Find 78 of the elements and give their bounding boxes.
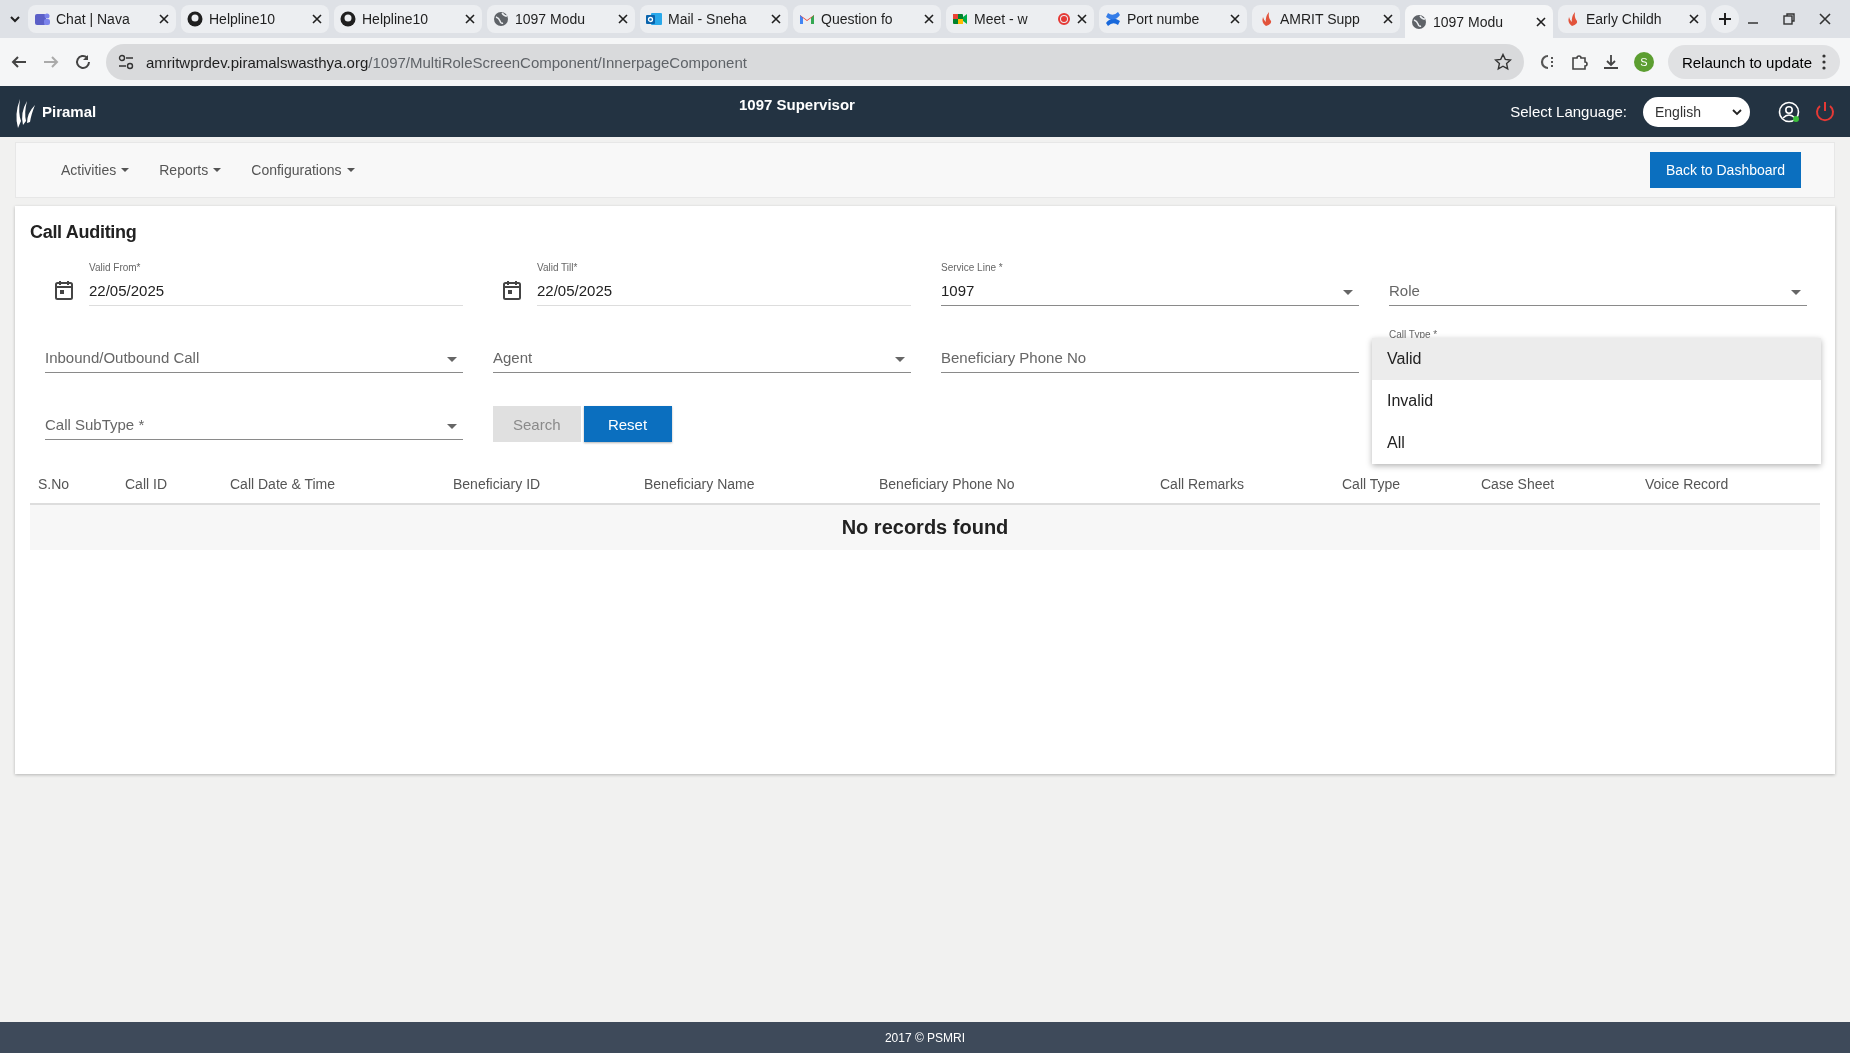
select-field[interactable]: Role — [1389, 262, 1807, 306]
column-header: Call Type — [1341, 475, 1402, 492]
url-text: amritwprdev.piramalswasthya.org/1097/MultiRoleScreenComponent/InnerpageComponent — [146, 53, 748, 71]
close-icon[interactable] — [770, 13, 782, 25]
close-icon[interactable] — [1229, 13, 1241, 25]
nav-menu[interactable]: Activities — [61, 162, 130, 178]
close-icon[interactable] — [923, 13, 935, 25]
reload-icon[interactable] — [74, 53, 92, 71]
restore-icon[interactable] — [1782, 12, 1796, 26]
brand-name: Piramal — [42, 103, 97, 120]
bookmark-star-icon[interactable] — [1493, 53, 1512, 71]
select-field[interactable]: Inbound/Outbound Call — [45, 329, 463, 373]
browser-tab[interactable]: Early Childh — [1558, 5, 1706, 33]
browser-tab[interactable]: AMRIT Supp — [1252, 5, 1400, 33]
browser-tab[interactable]: Meet - w — [946, 5, 1094, 33]
address-bar[interactable]: amritwprdev.piramalswasthya.org/1097/MultiRoleScreenComponent/InnerpageComponent — [106, 44, 1524, 80]
column-header: Beneficiary Phone No — [878, 475, 1016, 492]
chevron-down-icon — [1732, 107, 1742, 116]
dropdown-option[interactable]: All — [1372, 422, 1821, 464]
language-select[interactable]: English — [1643, 96, 1750, 127]
action-button[interactable]: Reset — [583, 406, 672, 442]
date-field[interactable]: Valid From* 22/05/2025 — [89, 262, 463, 306]
video-camera-icon — [952, 11, 968, 27]
puzzle-icon[interactable] — [1569, 53, 1588, 71]
column-header: Call ID — [124, 475, 168, 492]
browser-tab[interactable]: Mail - Sneha — [640, 5, 788, 33]
calendar-icon[interactable] — [55, 280, 73, 300]
close-icon[interactable] — [1818, 12, 1832, 26]
empty-message: No records found — [841, 516, 1009, 539]
close-icon[interactable] — [158, 13, 170, 25]
browser-tab[interactable]: Helpline10 — [334, 5, 482, 33]
close-icon[interactable] — [311, 13, 323, 25]
date-field[interactable]: Valid Till* 22/05/2025 — [537, 262, 911, 306]
dropdown-option[interactable]: Valid — [1372, 338, 1821, 380]
close-icon[interactable] — [1382, 13, 1394, 25]
more-icon[interactable] — [1822, 54, 1826, 70]
close-icon[interactable] — [1076, 13, 1088, 25]
close-icon[interactable] — [617, 13, 629, 25]
calendar-icon[interactable] — [503, 280, 521, 300]
power-icon[interactable] — [1814, 100, 1836, 123]
close-icon[interactable] — [1535, 16, 1547, 28]
browser-tab[interactable]: 1097 Modu — [1405, 5, 1553, 39]
card-title: Call Auditing — [30, 222, 138, 243]
column-header: Call Date & Time — [229, 475, 337, 492]
select-field[interactable]: Agent — [493, 329, 911, 373]
browser-tab[interactable]: Chat | Nava — [28, 5, 176, 33]
teams-logo-icon — [34, 11, 50, 27]
column-header: S.No — [37, 475, 71, 492]
language-label: Select Language: — [1510, 103, 1627, 120]
close-icon[interactable] — [1688, 13, 1700, 25]
globe-icon — [493, 11, 509, 27]
dropdown-option[interactable]: Invalid — [1372, 380, 1821, 422]
nav-menu[interactable]: Configurations — [251, 162, 355, 178]
copyright-text: 2017 © PSMRI — [884, 1030, 966, 1045]
globe-icon — [1411, 14, 1427, 30]
new-tab-icon[interactable] — [1711, 5, 1739, 33]
mail-envelope-icon — [646, 11, 662, 27]
back-to-dashboard-button[interactable]: Back to Dashboard — [1649, 152, 1801, 188]
column-header: Beneficiary Name — [643, 475, 756, 492]
close-icon[interactable] — [464, 13, 476, 25]
browser-tab[interactable]: Helpline10 — [181, 5, 329, 33]
app-title: 1097 Supervisor — [739, 96, 856, 113]
text-field[interactable]: Beneficiary Phone No — [941, 349, 1359, 366]
select-field[interactable]: Call SubType * — [45, 396, 463, 440]
browser-tab[interactable]: 1097 Modu — [487, 5, 635, 33]
download-icon[interactable] — [1601, 53, 1620, 71]
browser-tab[interactable]: Port numbe — [1099, 5, 1247, 33]
nav-menu[interactable]: Reports — [159, 162, 222, 178]
relaunch-button[interactable]: Relaunch to update — [1667, 45, 1840, 79]
site-settings-icon[interactable] — [118, 54, 134, 70]
column-header: Case Sheet — [1480, 475, 1556, 492]
column-header: Voice Record — [1644, 475, 1730, 492]
browser-tab[interactable]: Question fo — [793, 5, 941, 33]
column-header: Beneficiary ID — [452, 475, 542, 492]
column-header: Call Remarks — [1159, 475, 1245, 492]
user-account-icon[interactable] — [1778, 100, 1800, 123]
cross-waves-icon — [1105, 11, 1121, 27]
select-field[interactable]: Service Line * 1097 — [941, 262, 1359, 306]
